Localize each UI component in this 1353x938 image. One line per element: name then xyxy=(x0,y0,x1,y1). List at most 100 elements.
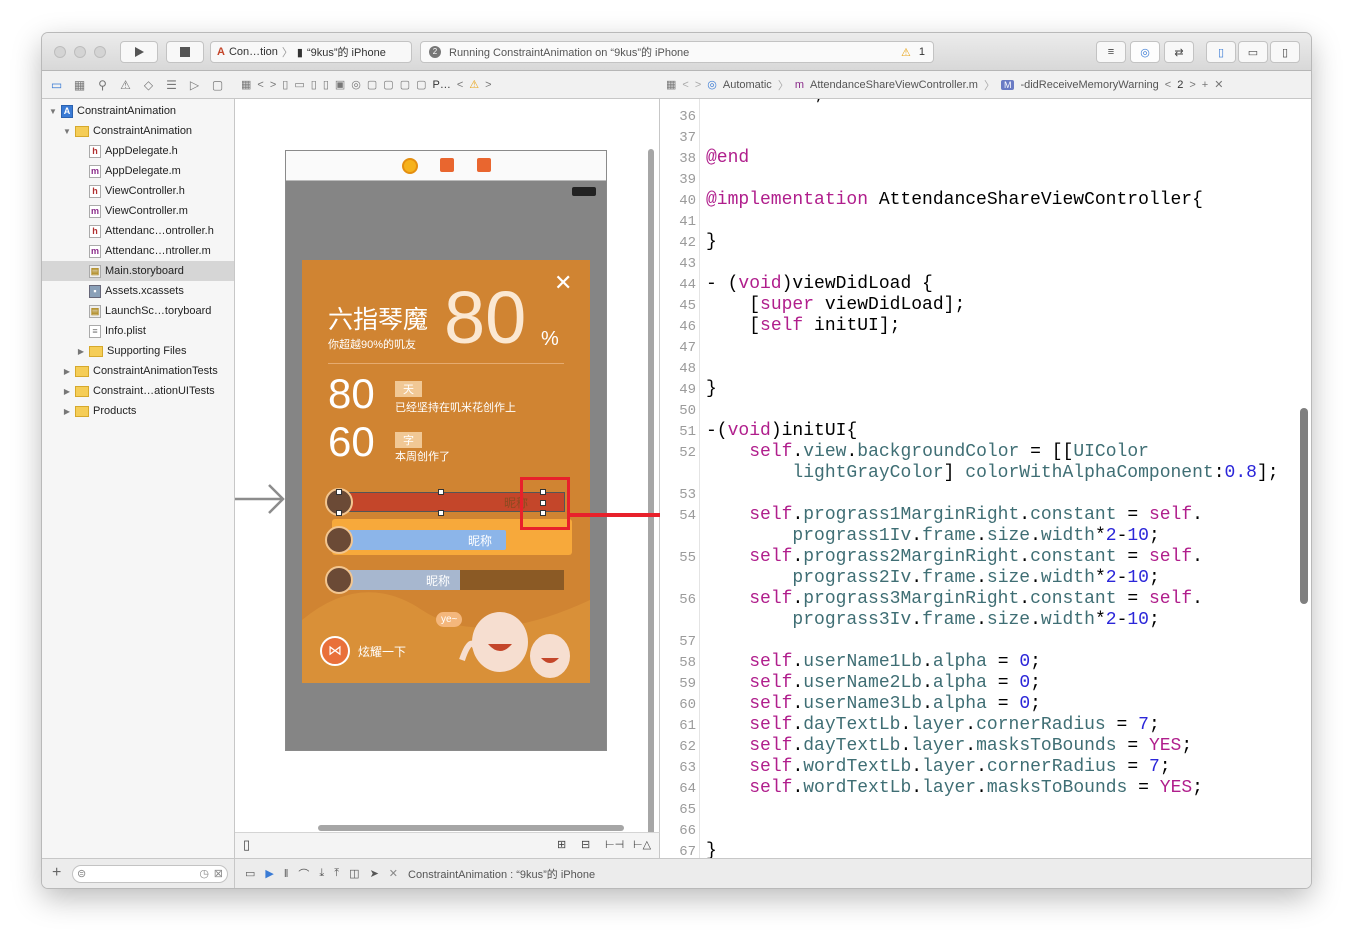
disclosure-closed-icon[interactable]: ▶ xyxy=(76,347,86,356)
close-icon[interactable]: ✕ xyxy=(1214,78,1223,91)
code-line[interactable]: } xyxy=(706,841,717,858)
view-icon[interactable]: ▢ xyxy=(416,78,426,91)
tree-item-group[interactable]: ▶ Constraint…ationUITests xyxy=(42,381,234,401)
step-out-icon[interactable]: ⤒ xyxy=(334,867,339,880)
editor-file-name[interactable]: AttendanceShareViewController.m xyxy=(810,79,978,91)
hide-debug-area-icon[interactable]: ▭ xyxy=(245,867,255,880)
tree-item-group[interactable]: ▶ Supporting Files xyxy=(42,341,234,361)
toggle-navigator-button[interactable]: ▯ xyxy=(1206,41,1236,63)
pin-icon[interactable]: ⊢⊣ xyxy=(605,838,624,851)
code-line[interactable]: self.wordTextLb.layer.cornerRadius = 7; xyxy=(706,757,1170,777)
canvas-vscroll[interactable] xyxy=(648,149,654,849)
assistant-editor-button[interactable]: ◎ xyxy=(1130,41,1160,63)
code-line[interactable]: self.view.backgroundColor = [[UIColor xyxy=(706,442,1149,462)
code-line[interactable]: prograss3Iv.frame.size.width*2-10; xyxy=(706,610,1159,630)
warning-icon[interactable]: ⚠ xyxy=(469,78,479,91)
view-icon[interactable]: ▢ xyxy=(400,78,410,91)
debug-navigator-icon[interactable]: ☰ xyxy=(163,78,180,92)
code-line[interactable]: self.dayTextLb.layer.cornerRadius = 7; xyxy=(706,715,1160,735)
related-items-icon[interactable]: ▦ xyxy=(241,78,251,91)
stack-icon[interactable]: ⊞ xyxy=(557,838,566,851)
add-icon[interactable]: + xyxy=(52,864,61,882)
align-icon[interactable]: ⊟ xyxy=(581,838,590,851)
standard-editor-button[interactable]: ≡ xyxy=(1096,41,1126,63)
close-icon[interactable]: ✕ xyxy=(554,272,572,294)
forward-arrow-icon[interactable]: > xyxy=(1189,79,1195,91)
code-line[interactable]: self.dayTextLb.layer.masksToBounds = YES… xyxy=(706,736,1192,756)
back-arrow-icon[interactable]: < xyxy=(682,79,688,91)
location-icon[interactable]: ➤ xyxy=(370,867,379,880)
forward-arrow-icon[interactable]: > xyxy=(485,79,491,91)
resolve-icon[interactable]: ⊢△ xyxy=(633,838,651,851)
code-line[interactable]: prograss1Iv.frame.size.width*2-10; xyxy=(706,526,1159,546)
tree-item-file[interactable]: m ViewController.m xyxy=(42,201,234,221)
step-into-icon[interactable]: ⤓ xyxy=(319,867,324,880)
disclosure-closed-icon[interactable]: ▶ xyxy=(62,407,72,416)
code-line[interactable]: self.prograss3MarginRight.constant = sel… xyxy=(706,589,1203,609)
exit-icon[interactable] xyxy=(477,158,491,172)
run-button[interactable] xyxy=(120,41,158,63)
canvas-hscroll[interactable] xyxy=(318,825,624,831)
tree-item-group[interactable]: ▶ ConstraintAnimationTests xyxy=(42,361,234,381)
folder-icon[interactable]: ▭ xyxy=(294,78,304,91)
source-editor[interactable]: 36 37 38 39 40 41 42 43 44 45 46 47 48 4… xyxy=(660,99,1311,858)
file-icon[interactable]: ▯ xyxy=(282,78,288,91)
code-line[interactable]: [super viewDidLoad]; xyxy=(706,295,965,315)
back-arrow-icon[interactable]: < xyxy=(457,79,463,91)
selection-handle[interactable] xyxy=(336,510,342,516)
minimize-window-button[interactable] xyxy=(74,46,86,58)
search-icon[interactable]: ⚲ xyxy=(94,78,111,92)
assistant-rings-icon[interactable]: ◎ xyxy=(707,78,717,91)
jump-bar-item[interactable]: P… xyxy=(433,79,451,91)
symbol-navigator-icon[interactable]: ▦ xyxy=(71,78,88,92)
code-line[interactable]: -(void)initUI{ xyxy=(706,421,857,441)
disclosure-open-icon[interactable]: ▼ xyxy=(62,127,72,136)
disclosure-closed-icon[interactable]: ▶ xyxy=(62,367,72,376)
document-outline-icon[interactable]: ▯ xyxy=(243,837,250,853)
forward-arrow-icon[interactable]: > xyxy=(270,79,276,91)
code-line[interactable]: self.userName2Lb.alpha = 0; xyxy=(706,673,1041,693)
code-line[interactable]: prograss2Iv.frame.size.width*2-10; xyxy=(706,568,1159,588)
file-icon[interactable]: ▯ xyxy=(323,78,329,91)
tree-item-file[interactable]: ▤ LaunchSc…toryboard xyxy=(42,301,234,321)
code-line[interactable]: @implementation AttendanceShareViewContr… xyxy=(706,190,1203,210)
file-icon[interactable]: ▯ xyxy=(311,78,317,91)
scm-filter-icon[interactable]: ⊠ xyxy=(214,867,223,880)
code-line[interactable]: self.userName1Lb.alpha = 0; xyxy=(706,652,1041,672)
share-button[interactable]: ⋈ xyxy=(320,636,350,666)
breakpoints-toggle-icon[interactable]: ▶ xyxy=(265,867,273,880)
view-icon[interactable]: ▢ xyxy=(367,78,377,91)
breakpoint-navigator-icon[interactable]: ▷ xyxy=(186,78,203,92)
stop-button[interactable] xyxy=(166,41,204,63)
filter-field[interactable]: ⊜ ◷ ⊠ xyxy=(72,865,228,883)
disclosure-open-icon[interactable]: ▼ xyxy=(48,107,58,116)
view-controller-scene[interactable]: ✕ 六指琴魔 你超越90%的叽友 80 % 80 天 已经坚持在叽米花创作上 6… xyxy=(285,150,607,751)
tree-item-file[interactable]: h Attendanc…ontroller.h xyxy=(42,221,234,241)
code-line[interactable]: lightGrayColor] colorWithAlphaComponent:… xyxy=(706,463,1278,483)
code-line[interactable]: @end xyxy=(706,148,749,168)
recent-clock-icon[interactable]: ◷ xyxy=(199,867,209,880)
code-line[interactable]: self.prograss2MarginRight.constant = sel… xyxy=(706,547,1203,567)
warning-icon[interactable]: ⚠ xyxy=(901,46,911,59)
pause-icon[interactable]: ‖ xyxy=(284,868,289,880)
test-navigator-icon[interactable]: ◇ xyxy=(140,78,157,92)
add-editor-icon[interactable]: + xyxy=(1202,79,1208,91)
version-editor-button[interactable]: ⇄ xyxy=(1164,41,1194,63)
toggle-utilities-button[interactable]: ▯ xyxy=(1270,41,1300,63)
selection-handle[interactable] xyxy=(336,489,342,495)
code-line[interactable]: self.userName3Lb.alpha = 0; xyxy=(706,694,1041,714)
back-arrow-icon[interactable]: < xyxy=(257,79,263,91)
tree-item-project[interactable]: ▼ A ConstraintAnimation xyxy=(42,101,234,121)
view-icon[interactable]: ▢ xyxy=(383,78,393,91)
view-controller-icon[interactable] xyxy=(402,158,418,174)
code-line[interactable]: userUI; xyxy=(706,99,825,105)
first-responder-icon[interactable] xyxy=(440,158,454,172)
close-window-button[interactable] xyxy=(54,46,66,58)
related-items-icon[interactable]: ▦ xyxy=(666,78,676,91)
report-navigator-icon[interactable]: ▢ xyxy=(209,78,226,92)
issue-navigator-icon[interactable]: ⚠ xyxy=(117,78,134,92)
scene-icon[interactable]: ▣ xyxy=(335,78,345,91)
tree-item-file[interactable]: h AppDelegate.h xyxy=(42,141,234,161)
tree-item-group[interactable]: ▶ Products xyxy=(42,401,234,421)
tree-item-file[interactable]: ≡ Info.plist xyxy=(42,321,234,341)
